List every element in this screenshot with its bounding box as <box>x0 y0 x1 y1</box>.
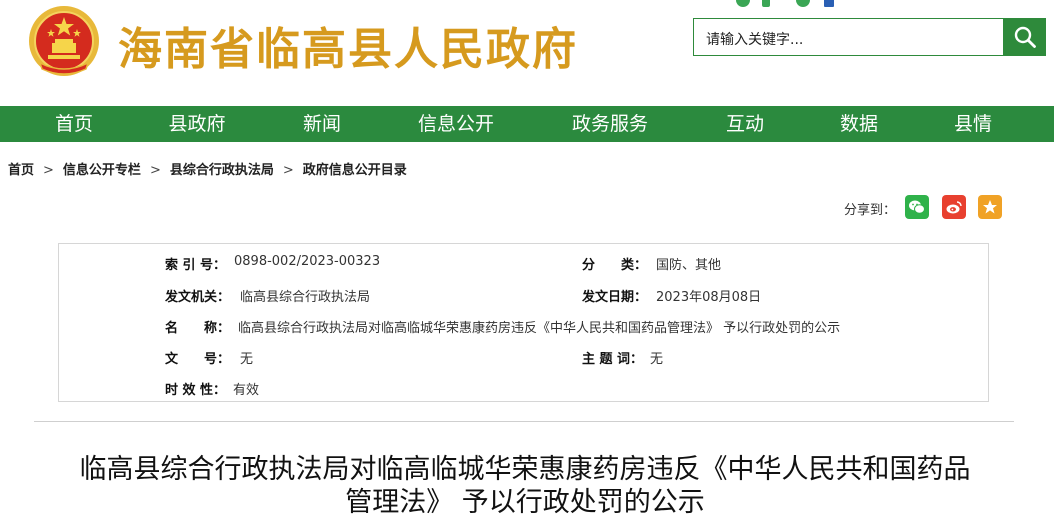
nav-item-county-gov[interactable]: 县政府 <box>157 106 237 142</box>
national-emblem-icon <box>29 6 99 76</box>
search-icon <box>1014 26 1036 48</box>
site-header: 海南省临高县人民政府 请输入关键字... <box>0 0 1054 106</box>
document-number-label: 文 号： <box>165 352 231 367</box>
share-wechat-button[interactable] <box>905 195 929 219</box>
main-nav: 首页 县政府 新闻 信息公开 政务服务 互动 数据 县情 <box>0 106 1054 142</box>
subject-words-label: 主 题 词： <box>582 352 644 367</box>
wechat-icon <box>909 200 925 214</box>
index-number-value: 0898-002/2023-00323 <box>234 254 381 269</box>
breadcrumb: 首页 > 信息公开专栏 > 县综合行政执法局 > 政府信息公开目录 <box>8 159 407 178</box>
category-value: 国防、其他 <box>656 258 722 273</box>
site-title: 海南省临高县人民政府 <box>118 24 578 75</box>
article-title-line-1: 临高县综合行政执法局对临高临城华荣惠康药房违反《中华人民共和国药品 <box>79 454 971 485</box>
issue-date-label: 发文日期： <box>582 290 648 305</box>
nav-item-news[interactable]: 新闻 <box>282 106 362 142</box>
breadcrumb-home[interactable]: 首页 <box>8 159 34 178</box>
breadcrumb-law-enforcement-bureau[interactable]: 县综合行政执法局 <box>170 159 274 178</box>
favorite-star-icon <box>983 200 997 214</box>
content-divider <box>34 421 1014 422</box>
nav-item-home[interactable]: 首页 <box>34 106 114 142</box>
breadcrumb-info-column[interactable]: 信息公开专栏 <box>63 159 141 178</box>
document-name-label: 名 称： <box>165 321 231 336</box>
nav-item-info-public[interactable]: 信息公开 <box>406 106 506 142</box>
subject-words-value: 无 <box>650 352 664 367</box>
search-button[interactable] <box>1003 18 1046 56</box>
article-title: 临高县综合行政执法局对临高临城华荣惠康药房违反《中华人民共和国药品 管理法》 予… <box>30 453 1020 517</box>
document-metadata-table: 索 引 号： 0898-002/2023-00323 分 类： 国防、其他 发文… <box>58 243 989 402</box>
article-title-line-2: 管理法》 予以行政处罚的公示 <box>345 487 705 517</box>
document-name-value: 临高县综合行政执法局对临高临城华荣惠康药房违反《中华人民共和国药品管理法》 予以… <box>238 321 841 336</box>
mobile-icon[interactable] <box>762 0 770 7</box>
share-favorite-button[interactable] <box>978 195 1002 219</box>
breadcrumb-separator: > <box>149 163 161 178</box>
search-input[interactable]: 请输入关键字... <box>693 18 1003 56</box>
accessibility-icon[interactable] <box>736 0 750 7</box>
english-version-icon[interactable] <box>824 0 834 7</box>
breadcrumb-info-catalog[interactable]: 政府信息公开目录 <box>303 159 407 178</box>
issuer-label: 发文机关： <box>165 290 231 305</box>
category-label: 分 类： <box>582 258 648 273</box>
validity-value: 有效 <box>233 383 260 398</box>
issue-date-value: 2023年08月08日 <box>656 290 762 305</box>
breadcrumb-separator: > <box>282 163 294 178</box>
validity-label: 时 效 性： <box>165 383 227 398</box>
index-number-label: 索 引 号： <box>165 258 227 273</box>
nav-item-county-info[interactable]: 县情 <box>933 106 1013 142</box>
top-utility-links <box>696 0 916 7</box>
weibo-icon <box>946 201 962 214</box>
breadcrumb-separator: > <box>43 163 54 178</box>
issuer-value: 临高县综合行政执法局 <box>240 290 371 305</box>
nav-item-gov-services[interactable]: 政务服务 <box>560 106 660 142</box>
share-label: 分享到： <box>844 203 897 218</box>
share-weibo-button[interactable] <box>942 195 966 219</box>
nav-item-data[interactable]: 数据 <box>819 106 899 142</box>
nav-item-interaction[interactable]: 互动 <box>705 106 785 142</box>
document-number-value: 无 <box>240 352 254 367</box>
wechat-top-icon[interactable] <box>796 0 810 7</box>
